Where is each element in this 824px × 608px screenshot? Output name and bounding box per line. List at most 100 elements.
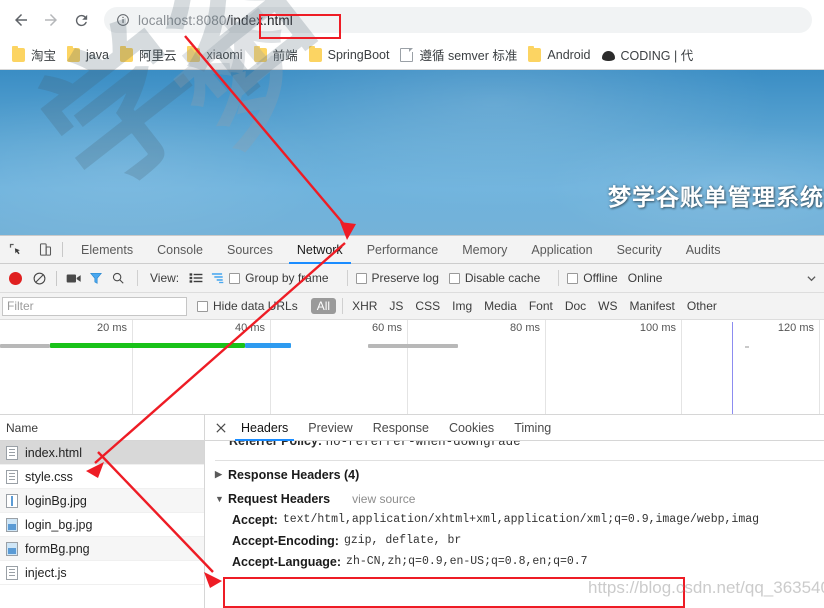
filter-type-other[interactable]: Other <box>681 299 723 313</box>
page-icon <box>400 47 414 62</box>
tab-label: Elements <box>81 242 134 257</box>
timeline-tick: 120 ms <box>777 322 814 334</box>
browser-navigation-bar: localhost:8080/index.html <box>0 0 824 40</box>
request-list-header[interactable]: Name <box>0 415 204 441</box>
filter-type-media[interactable]: Media <box>478 299 523 313</box>
filter-type-css[interactable]: CSS <box>409 299 446 313</box>
chevron-down-icon[interactable] <box>800 267 822 289</box>
referrer-policy-row: Referrer Policy: no-referrer-when-downgr… <box>215 441 824 457</box>
bookmark-item[interactable]: Android <box>524 43 597 67</box>
list-view-icon[interactable] <box>185 267 207 289</box>
network-body: Name index.html style.css loginBg.jpg lo… <box>0 415 824 608</box>
group-by-frame-checkbox[interactable]: Group by frame <box>229 271 329 285</box>
divider <box>56 270 57 286</box>
bookmark-item[interactable]: xiaomi <box>183 43 249 67</box>
record-circle-icon[interactable] <box>9 271 22 285</box>
response-headers-label: Response Headers (4) <box>228 467 360 482</box>
filter-type-xhr[interactable]: XHR <box>346 299 383 313</box>
checkbox-icon <box>229 272 241 284</box>
divider <box>342 298 344 314</box>
bookmark-item[interactable]: 遵循 semver 标准 <box>396 43 524 67</box>
document-file-icon <box>6 445 18 460</box>
header-value: gzip, deflate, br <box>343 534 462 547</box>
folder-icon <box>119 45 133 62</box>
funnel-filter-icon[interactable] <box>85 267 107 289</box>
request-row-index-html[interactable]: index.html <box>0 441 204 465</box>
offline-label: Offline <box>583 271 618 285</box>
reload-button[interactable] <box>66 5 96 35</box>
request-headers-section[interactable]: ▼ Request Headers view source <box>215 488 824 509</box>
filter-type-font[interactable]: Font <box>523 299 559 313</box>
bookmark-item[interactable]: java <box>63 43 116 67</box>
request-row-login-bg-jpg[interactable]: login_bg.jpg <box>0 513 204 537</box>
bookmark-item[interactable]: 淘宝 <box>8 43 63 67</box>
camera-icon[interactable] <box>63 267 85 289</box>
tab-audits[interactable]: Audits <box>674 236 733 264</box>
header-value: zh-CN,zh;q=0.9,en-US;q=0.8,en;q=0.7 <box>346 555 588 568</box>
bookmark-item[interactable]: 阿里云 <box>116 43 184 67</box>
offline-checkbox[interactable]: Offline <box>567 271 618 285</box>
filter-type-all[interactable]: All <box>310 298 337 314</box>
tab-sources[interactable]: Sources <box>215 236 285 264</box>
devtools-tabbar: Elements Console Sources Network Perform… <box>0 236 824 264</box>
detail-tab-headers[interactable]: Headers <box>231 415 298 441</box>
request-row-loginbg-jpg[interactable]: loginBg.jpg <box>0 489 204 513</box>
tab-memory[interactable]: Memory <box>450 236 519 264</box>
waterfall-view-icon[interactable] <box>207 267 229 289</box>
tab-performance[interactable]: Performance <box>355 236 451 264</box>
request-headers-label: Request Headers <box>228 491 331 506</box>
filter-type-img[interactable]: Img <box>446 299 478 313</box>
chevron-right-icon: ▶ <box>215 469 222 479</box>
response-headers-section[interactable]: ▶ Response Headers (4) <box>215 464 824 485</box>
detail-tab-preview[interactable]: Preview <box>298 415 362 441</box>
filter-type-manifest[interactable]: Manifest <box>624 299 681 313</box>
bookmarks-bar: 淘宝 java 阿里云 xiaomi 前端 SpringBoot 遵循 semv… <box>0 40 824 69</box>
filter-input[interactable]: Filter <box>2 296 187 316</box>
tab-application[interactable]: Application <box>519 236 604 264</box>
back-button[interactable] <box>6 5 36 35</box>
request-row-inject-js[interactable]: inject.js <box>0 561 204 585</box>
close-x-icon[interactable] <box>211 418 231 438</box>
network-toolbar: View: Group by frame Preserve log Disabl… <box>0 264 824 293</box>
bookmark-item[interactable]: SpringBoot <box>305 43 397 67</box>
throttling-select[interactable]: Online <box>628 271 663 285</box>
clear-no-entry-icon[interactable] <box>28 267 50 289</box>
filter-type-js[interactable]: JS <box>383 299 409 313</box>
divider <box>558 270 560 286</box>
filter-type-ws[interactable]: WS <box>592 299 623 313</box>
request-name: inject.js <box>25 565 67 580</box>
tab-label: Memory <box>462 242 508 257</box>
filter-type-doc[interactable]: Doc <box>559 299 592 313</box>
page-viewport: 梦学谷账单管理系统 <box>0 70 824 235</box>
page-title: 梦学谷账单管理系统 <box>608 185 824 211</box>
tab-console[interactable]: Console <box>145 236 215 264</box>
preserve-log-checkbox[interactable]: Preserve log <box>355 271 439 285</box>
request-row-formbg-png[interactable]: formBg.png <box>0 537 204 561</box>
tab-security[interactable]: Security <box>605 236 674 264</box>
bookmark-item[interactable]: 前端 <box>250 43 305 67</box>
folder-icon <box>253 45 267 62</box>
request-name: login_bg.jpg <box>25 517 93 532</box>
detail-tab-cookies[interactable]: Cookies <box>439 415 504 441</box>
magnifier-search-icon[interactable] <box>107 267 129 289</box>
waterfall-bar-green <box>50 343 245 348</box>
forward-arrow-icon <box>45 14 57 26</box>
view-source-link[interactable]: view source <box>352 492 415 506</box>
inspect-element-icon[interactable] <box>4 239 26 261</box>
image-file-icon <box>6 517 18 532</box>
folder-icon <box>187 45 201 62</box>
disable-cache-checkbox[interactable]: Disable cache <box>448 271 540 285</box>
hide-data-urls-checkbox[interactable]: Hide data URLs <box>197 299 298 313</box>
device-toolbar-icon[interactable] <box>34 239 56 261</box>
address-bar[interactable]: localhost:8080/index.html <box>104 7 812 39</box>
tab-network[interactable]: Network <box>285 236 355 264</box>
request-row-style-css[interactable]: style.css <box>0 465 204 489</box>
back-arrow-icon <box>15 14 27 26</box>
detail-tab-timing[interactable]: Timing <box>504 415 561 441</box>
bookmark-item[interactable]: CODING | 代 <box>598 43 701 67</box>
tab-label: Network <box>296 242 343 257</box>
detail-tab-response[interactable]: Response <box>363 415 439 441</box>
network-overview-timeline[interactable]: 20 ms 40 ms 60 ms 80 ms 100 ms 120 ms <box>0 320 824 415</box>
forward-button[interactable] <box>36 5 66 35</box>
tab-elements[interactable]: Elements <box>69 236 145 264</box>
